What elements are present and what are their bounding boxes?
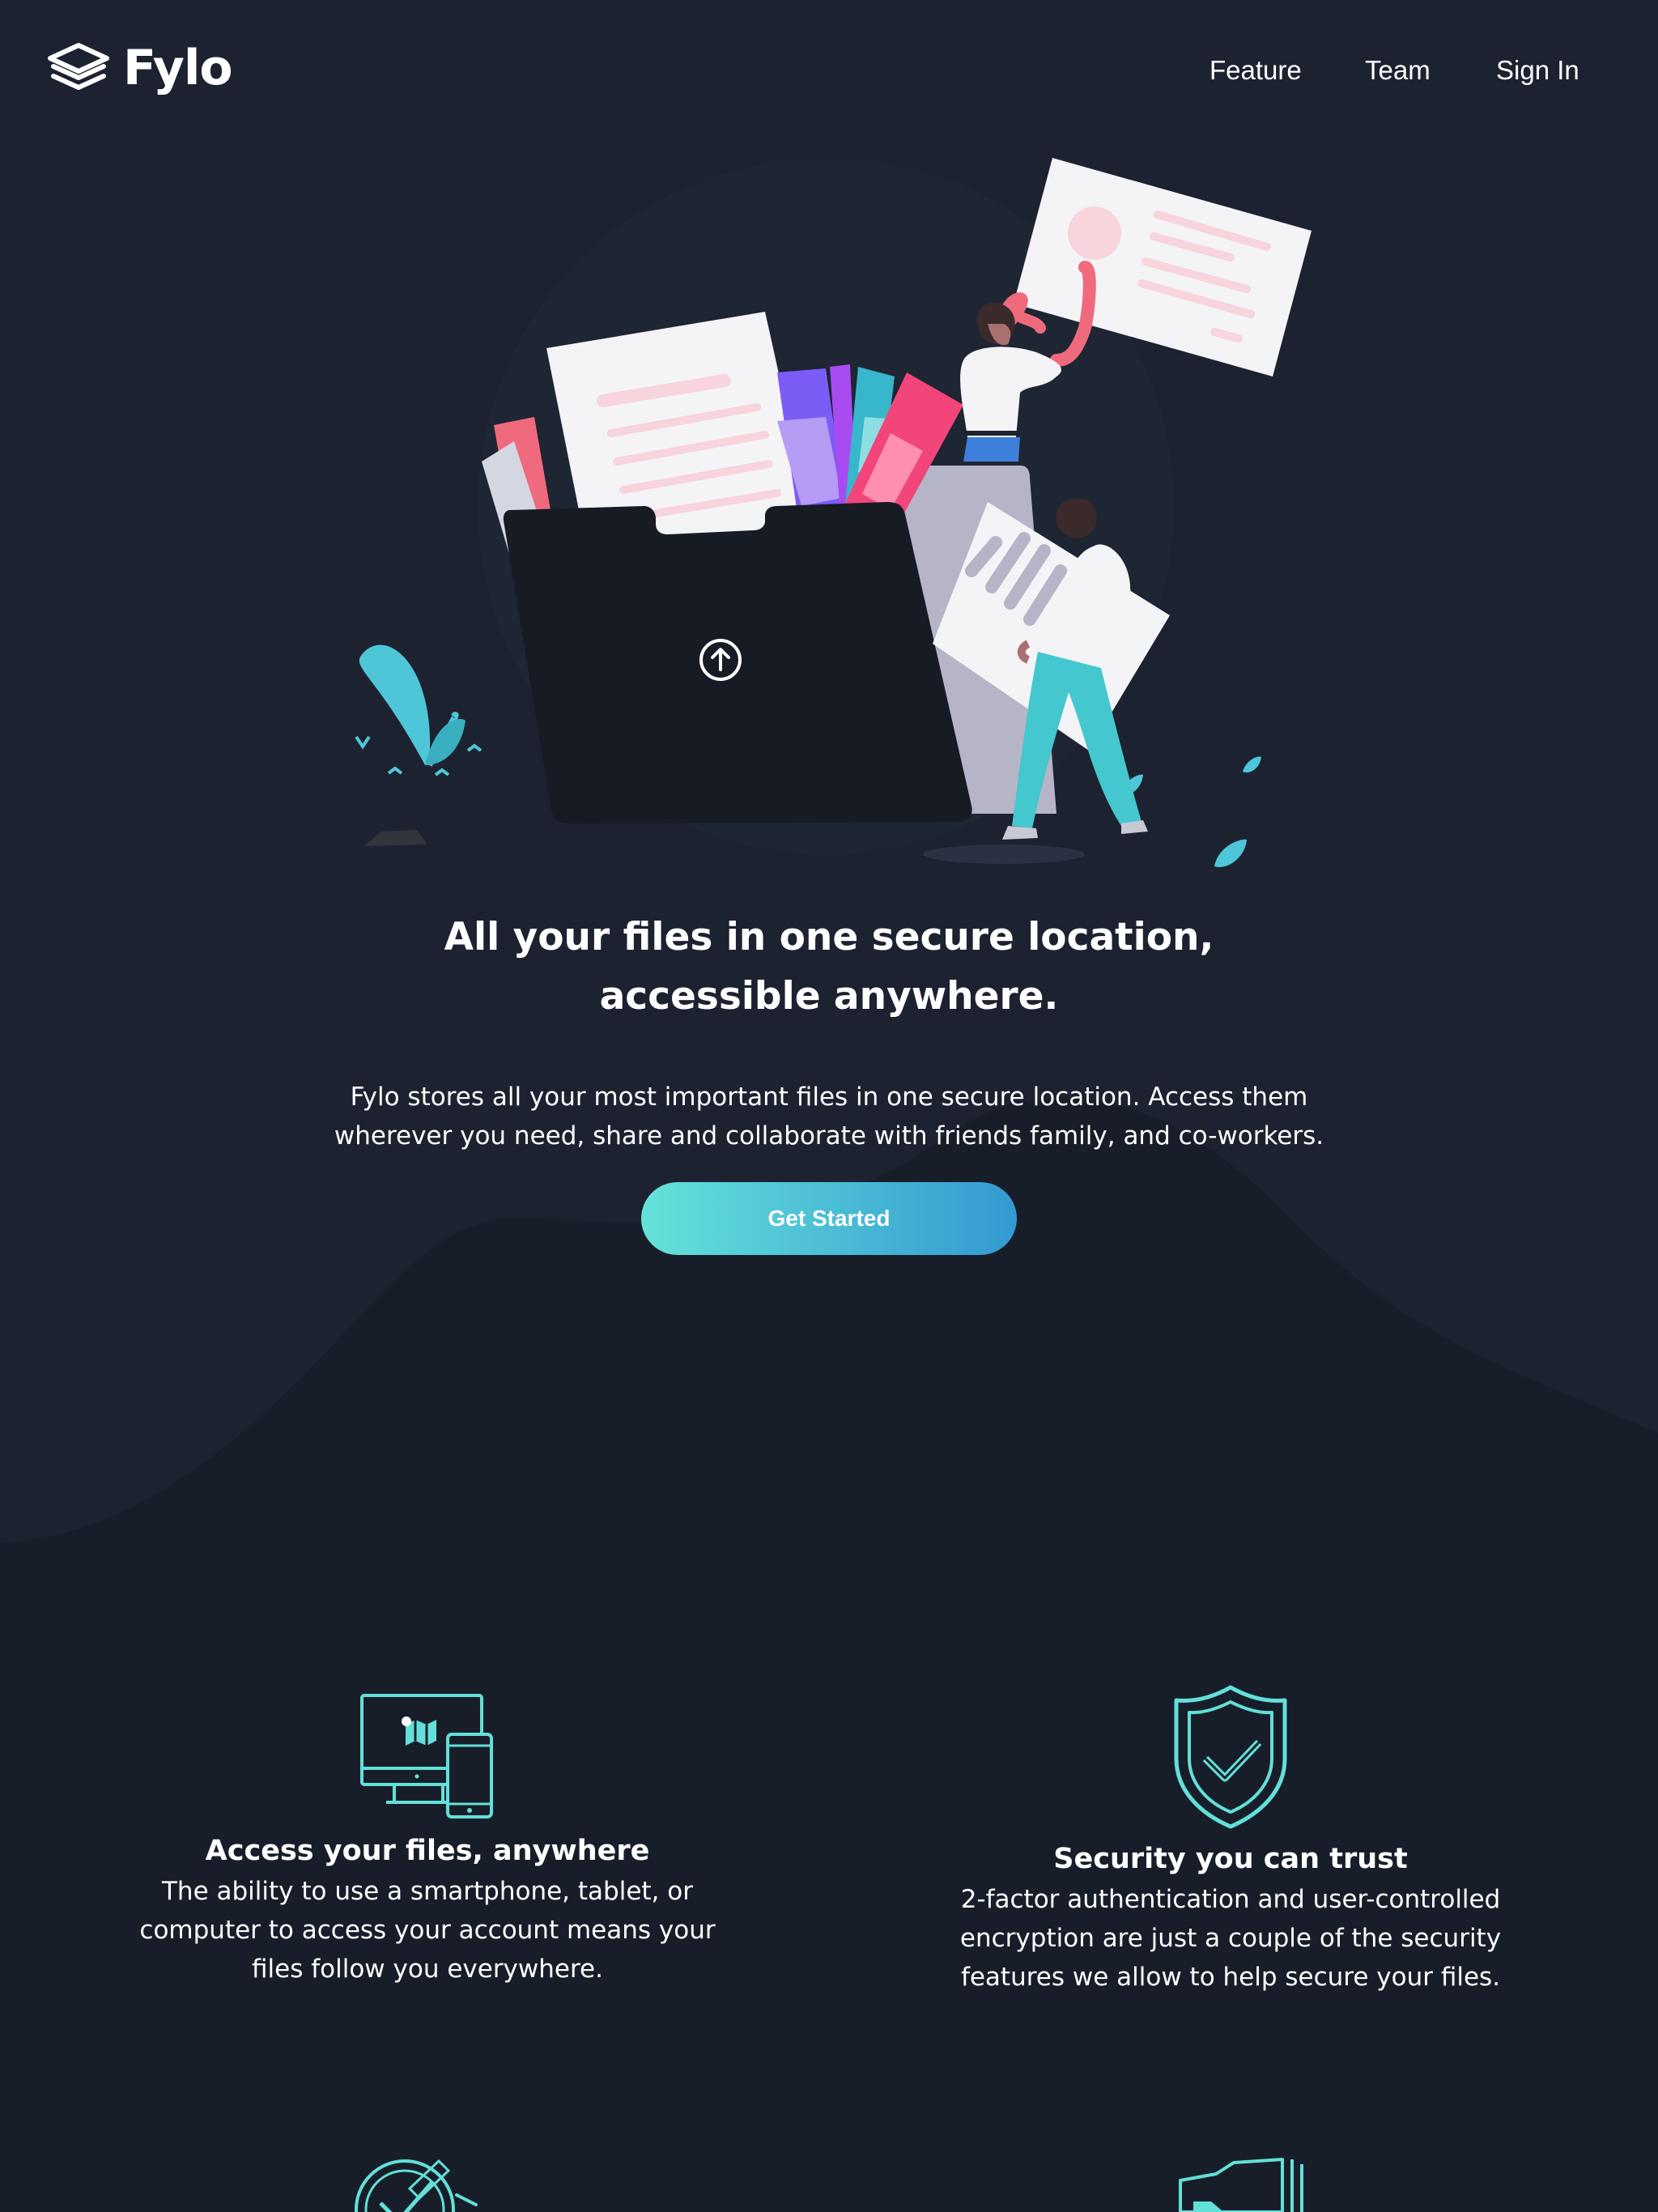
- nav-team-link[interactable]: Team: [1365, 57, 1431, 83]
- logo[interactable]: Fylo: [47, 40, 233, 96]
- feature-title: Access your files, anywhere: [205, 1835, 650, 1867]
- get-started-button[interactable]: Get Started: [641, 1182, 1017, 1255]
- devices-icon: [360, 1694, 493, 1819]
- landing-page: Fylo Feature Team Sign In All your files…: [0, 0, 1658, 2212]
- feature-access-anywhere: Access your files, anywhere The ability …: [104, 1684, 751, 1989]
- hero-description: Fylo stores all your most important file…: [334, 1083, 1324, 1151]
- nav-sign-in-link[interactable]: Sign In: [1496, 57, 1579, 83]
- nav-feature-link[interactable]: Feature: [1209, 57, 1302, 83]
- shield-check-icon: [1174, 1685, 1287, 1829]
- hero-title: All your files in one secure location, a…: [444, 915, 1214, 1019]
- hero-illustration: [355, 158, 1312, 867]
- feature-title: Security you can trust: [1053, 1843, 1408, 1875]
- feature-security: Security you can trust 2-factor authenti…: [907, 1684, 1554, 1997]
- layers-logo-icon: [48, 43, 109, 90]
- site-header: Fylo Feature Team Sign In: [0, 0, 1658, 154]
- folder-file-icon: [1179, 2158, 1303, 2212]
- collaboration-icon: [355, 2159, 478, 2212]
- brand-name: Fylo: [123, 40, 233, 96]
- feature-description: The ability to use a smartphone, tablet,…: [139, 1877, 716, 1984]
- feature-description: 2-factor authentication and user-control…: [959, 1885, 1502, 1992]
